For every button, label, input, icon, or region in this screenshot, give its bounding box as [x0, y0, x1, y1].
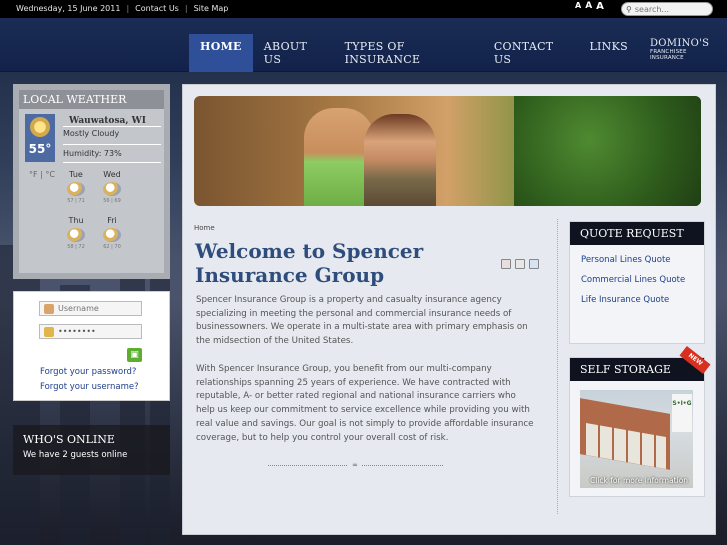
- commercial-lines-quote-link[interactable]: Commercial Lines Quote: [581, 275, 704, 285]
- font-medium-button[interactable]: A: [585, 1, 592, 12]
- self-storage-title: SELF STORAGE: [570, 358, 704, 381]
- password-input[interactable]: [58, 327, 138, 336]
- self-storage-image[interactable]: S•I•G Click for more information: [580, 390, 693, 488]
- partly-cloudy-icon: [103, 228, 121, 242]
- nav-links[interactable]: LINKS: [578, 34, 639, 72]
- forecast-range: 56 | 69: [103, 198, 121, 204]
- weather-widget: LOCAL WEATHER 55° Wauwatosa, WI Mostly C…: [13, 84, 170, 279]
- current-date: Wednesday, 15 June 2011: [16, 4, 121, 13]
- self-storage-caption: Click for more information: [590, 476, 689, 485]
- weather-humidity: Humidity: 73%: [63, 149, 122, 158]
- current-temperature: 55°: [28, 142, 52, 156]
- font-small-button[interactable]: A: [575, 1, 581, 12]
- forecast-day: Tue 57 | 71: [61, 170, 91, 204]
- email-icon[interactable]: [529, 259, 539, 269]
- login-submit-button[interactable]: ▣: [127, 348, 142, 362]
- nav-home[interactable]: HOME: [189, 34, 253, 72]
- personal-lines-quote-link[interactable]: Personal Lines Quote: [581, 255, 704, 265]
- storage-sign: S•I•G: [672, 394, 692, 432]
- main-nav: HOME ABOUT US TYPES OF INSURANCE CONTACT…: [189, 34, 727, 72]
- forecast-range: 62 | 70: [103, 244, 121, 250]
- weather-title: LOCAL WEATHER: [19, 90, 164, 109]
- top-bar: Wednesday, 15 June 2011 | Contact Us | S…: [0, 0, 727, 18]
- search-icon: ⚲: [626, 4, 632, 14]
- woman-photo: [364, 114, 436, 206]
- ornament-divider: ∞: [268, 462, 443, 469]
- partly-cloudy-icon: [30, 117, 50, 137]
- forgot-username-link[interactable]: Forgot your username?: [40, 382, 139, 392]
- weather-condition: Mostly Cloudy: [63, 129, 120, 138]
- thunderstorm-icon: [67, 228, 85, 242]
- nav-contact-us[interactable]: CONTACT US: [483, 34, 579, 72]
- forecast-range: 57 | 71: [67, 198, 85, 204]
- life-insurance-quote-link[interactable]: Life Insurance Quote: [581, 295, 704, 305]
- benefits-paragraph: With Spencer Insurance Group, you benefi…: [196, 364, 534, 443]
- forecast-day-label: Fri: [107, 216, 117, 225]
- font-size-controls: A A A: [575, 1, 604, 12]
- rain-icon: [103, 182, 121, 196]
- forecast-day-label: Thu: [68, 216, 84, 225]
- quote-request-box: QUOTE REQUEST Personal Lines Quote Comme…: [569, 221, 705, 344]
- forecast-day: Fri 62 | 70: [97, 216, 127, 250]
- forecast-day: Wed 56 | 69: [97, 170, 127, 204]
- self-storage-box: SELF STORAGE NEW S•I•G Click for more in…: [569, 346, 711, 497]
- nav-types-of-insurance[interactable]: TYPES OF INSURANCE: [334, 34, 483, 72]
- breadcrumb[interactable]: Home: [194, 224, 215, 232]
- forecast-range: 58 | 72: [67, 244, 85, 250]
- quote-request-title: QUOTE REQUEST: [570, 222, 704, 245]
- search-input[interactable]: [634, 4, 707, 14]
- print-icon[interactable]: [515, 259, 525, 269]
- username-field-wrap: [39, 301, 142, 316]
- lock-icon: ▣: [130, 350, 139, 360]
- main-nav-bar: HOME ABOUT US TYPES OF INSURANCE CONTACT…: [0, 18, 727, 72]
- hero-photo: [194, 96, 701, 206]
- user-icon: [44, 303, 54, 314]
- forecast-day: Thu 58 | 72: [61, 216, 91, 250]
- search-box[interactable]: ⚲: [621, 2, 713, 16]
- username-input[interactable]: [58, 304, 138, 313]
- login-form: ▣ Forgot your password? Forgot your user…: [13, 291, 170, 401]
- site-map-link[interactable]: Site Map: [194, 4, 229, 13]
- forecast-day-label: Tue: [69, 170, 83, 179]
- weather-city: Wauwatosa, WI: [69, 116, 146, 126]
- intro-paragraph: Spencer Insurance Group is a property an…: [196, 295, 528, 347]
- contact-us-link[interactable]: Contact Us: [135, 4, 179, 13]
- page-title: Welcome to Spencer Insurance Group: [195, 239, 424, 287]
- password-field-wrap: [39, 324, 142, 339]
- key-icon: [44, 326, 54, 337]
- forecast-day-label: Wed: [103, 170, 121, 179]
- whos-online-title: WHO'S ONLINE: [23, 433, 115, 446]
- nav-dominos-franchisee[interactable]: DOMINO'S FRANCHISEE INSURANCE: [639, 34, 727, 72]
- article-tools: [501, 259, 539, 269]
- temperature-unit-toggle[interactable]: °F | °C: [29, 170, 55, 179]
- whos-online-panel: WHO'S ONLINE We have 2 guests online: [13, 425, 170, 475]
- forgot-password-link[interactable]: Forgot your password?: [40, 367, 136, 377]
- nav-about-us[interactable]: ABOUT US: [253, 34, 334, 72]
- cloudy-icon: [67, 182, 85, 196]
- pdf-icon[interactable]: [501, 259, 511, 269]
- dominos-label: DOMINO'S: [649, 38, 710, 49]
- franchisee-label: FRANCHISEE INSURANCE: [649, 49, 687, 61]
- guests-online-text: We have 2 guests online: [23, 450, 128, 460]
- font-large-button[interactable]: A: [596, 1, 604, 12]
- main-content: Home Welcome to Spencer Insurance Group …: [182, 84, 716, 535]
